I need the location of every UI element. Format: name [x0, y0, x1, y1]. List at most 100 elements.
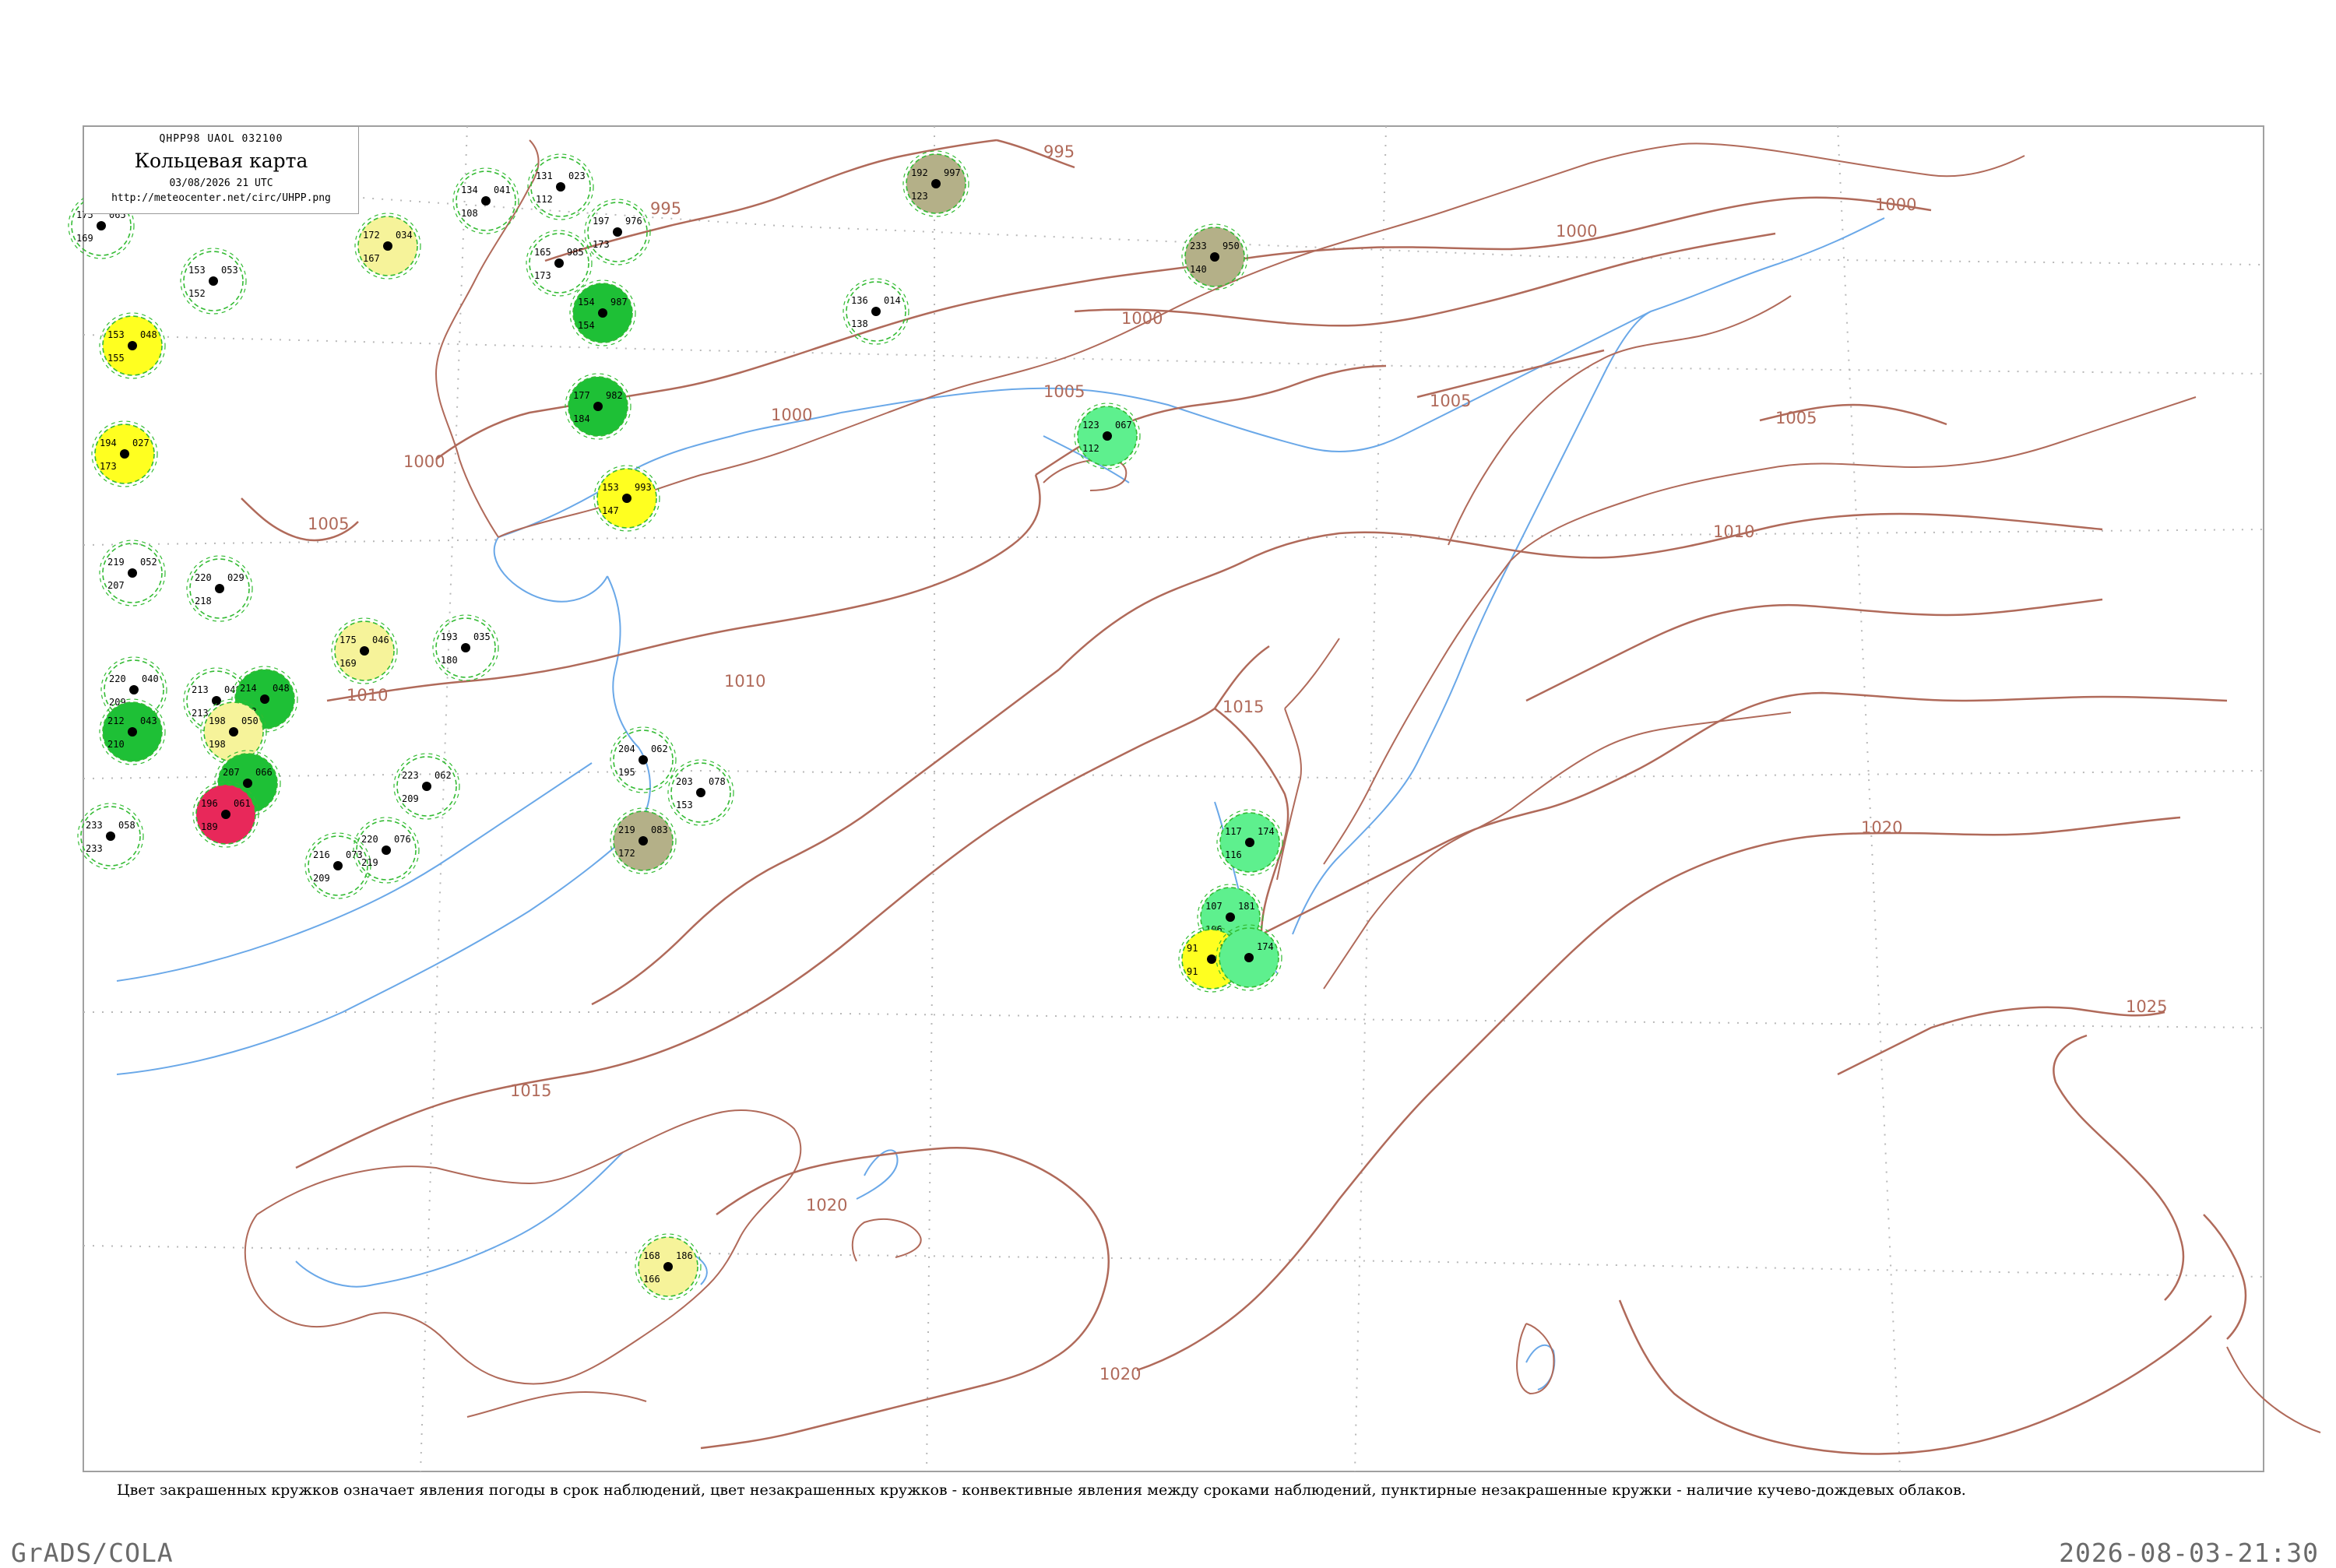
isobar-1025-a	[2053, 1034, 2185, 1301]
station-dewpoint: 180	[441, 655, 458, 666]
station-marker: 212 043 210	[99, 698, 166, 765]
station-marker: 175 046 169	[331, 617, 398, 684]
isobar-label: 1020	[1861, 818, 1902, 837]
station-temp: 216	[313, 849, 330, 860]
station-pressure: 034	[396, 230, 413, 241]
station-pressure: 040	[142, 673, 159, 684]
station-dewpoint: 116	[1225, 849, 1242, 860]
station-temp: 107	[1205, 901, 1223, 912]
station-dewpoint: 218	[195, 596, 212, 606]
station-temp: 177	[573, 390, 590, 401]
station-dewpoint: 210	[107, 739, 125, 750]
isobar-label: 1025	[2126, 997, 2167, 1016]
isobar-label: 995	[1043, 142, 1075, 161]
station-dot	[97, 221, 106, 230]
isobar-label: 1000	[1875, 195, 1916, 214]
station-dot	[383, 241, 392, 251]
station-dewpoint: 155	[107, 353, 125, 364]
station-dot	[106, 831, 115, 841]
station-temp: 154	[578, 297, 595, 308]
station-pressure: 976	[625, 216, 642, 227]
station-dewpoint: 112	[536, 194, 553, 205]
station-marker: 165 985 173	[526, 230, 593, 297]
station-temp: 134	[461, 185, 478, 195]
station-dot	[554, 258, 564, 268]
station-dot	[1207, 955, 1216, 964]
station-pressure: 043	[140, 715, 157, 726]
station-marker: 177 982 184	[565, 373, 631, 440]
station-temp: 212	[107, 715, 125, 726]
isobar-1010-c	[1525, 598, 2103, 702]
station-pressure: 035	[473, 631, 491, 642]
station-temp: 153	[107, 329, 125, 340]
station-temp: 175	[339, 635, 357, 645]
station-temp: 207	[223, 767, 240, 778]
station-dot	[461, 643, 470, 652]
station-pressure: 076	[394, 834, 411, 845]
station-marker: 233 950 140	[1181, 223, 1248, 290]
footer-timestamp: 2026-08-03-21:30	[2059, 1538, 2319, 1568]
isobar-1020-d	[1525, 816, 2181, 997]
station-temp: 214	[240, 683, 257, 694]
station-marker: 153 048 155	[99, 312, 166, 379]
station-marker: 192 997 123	[902, 150, 969, 217]
station-pressure: 083	[651, 824, 668, 835]
station-temp: 123	[1082, 420, 1099, 431]
station-marker: 203 078 153	[667, 759, 734, 826]
station-dot	[120, 449, 129, 459]
station-dot	[481, 196, 491, 206]
coastlines	[116, 217, 1885, 1390]
station-dewpoint: 195	[618, 767, 635, 778]
station-temp: 223	[402, 770, 419, 781]
station-dot	[593, 402, 603, 411]
station-marker: 233 058 233	[77, 803, 144, 870]
station-marker: 131 023 112	[527, 153, 594, 220]
station-temp: 219	[618, 824, 635, 835]
station-dot	[1244, 953, 1254, 962]
station-dot	[243, 779, 252, 788]
station-pressure: 186	[676, 1250, 693, 1261]
station-temp: 219	[107, 557, 125, 568]
station-temp: 213	[192, 684, 209, 695]
station-temp: 196	[201, 798, 218, 809]
station-dot	[639, 755, 648, 765]
isobar-1020-c	[1136, 996, 1527, 1372]
isobar-1015-a	[295, 707, 1215, 1169]
isobar-1010-b	[1058, 512, 2103, 670]
station-dewpoint: 169	[339, 658, 357, 669]
station-dot	[622, 494, 631, 503]
station-dewpoint: 154	[578, 320, 595, 331]
station-pressure: 048	[140, 329, 157, 340]
station-pressure: 053	[221, 265, 238, 276]
station-pressure: 174	[1258, 826, 1275, 837]
isobar-label: 1005	[1430, 392, 1471, 410]
station-dot	[1210, 252, 1219, 262]
isobar-label: 1000	[1556, 222, 1597, 241]
isobar-label: 1000	[771, 406, 812, 424]
station-pressure: 058	[118, 820, 135, 831]
station-dot	[128, 568, 137, 578]
station-marker: 154 987 154	[569, 279, 636, 346]
station-temp: 193	[441, 631, 458, 642]
station-dot	[128, 727, 137, 737]
station-temp: 165	[534, 247, 551, 258]
isobar-1005-a	[326, 474, 1041, 702]
station-dewpoint: 108	[461, 208, 478, 219]
map-url[interactable]: http://meteocenter.net/circ/UHPP.png	[84, 192, 358, 204]
isobar-1015-c	[1261, 691, 2228, 936]
isobar-label: 1010	[347, 686, 388, 705]
station-dewpoint: 112	[1082, 443, 1099, 454]
station-dot	[696, 788, 705, 797]
station-marker: 153 993 147	[593, 465, 660, 532]
station-dot	[422, 782, 431, 791]
station-temp: 203	[676, 776, 693, 787]
station-temp: 192	[911, 167, 928, 178]
station-dewpoint: 91	[1187, 966, 1198, 977]
isobar-1025-b	[1837, 1006, 2165, 1076]
isobar-label: 1015	[510, 1081, 551, 1100]
station-dewpoint: 169	[76, 233, 93, 244]
station-dewpoint: 153	[676, 800, 693, 810]
station-pressure: 061	[234, 798, 251, 809]
station-pressure: 181	[1238, 901, 1255, 912]
station-dot	[598, 308, 607, 318]
